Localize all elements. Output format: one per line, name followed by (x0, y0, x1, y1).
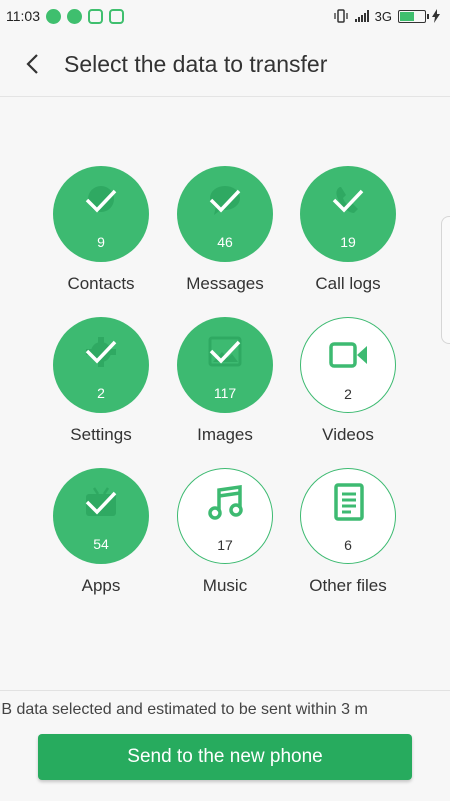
item-count: 2 (344, 386, 352, 402)
data-item-apps[interactable]: 54 Apps (31, 468, 171, 596)
data-item-other-files[interactable]: 6 Other files (278, 468, 418, 596)
signal-icon (354, 10, 369, 22)
data-item-music[interactable]: 17 Music (155, 468, 295, 596)
transfer-summary: MB data selected and estimated to be sen… (0, 701, 450, 723)
checkmark-icon (332, 189, 364, 213)
data-item-call-logs[interactable]: 19 Call logs (278, 166, 418, 294)
item-label: Music (202, 576, 248, 595)
item-label: Other files (309, 576, 387, 595)
videos-toggle[interactable]: 2 (300, 317, 396, 413)
item-count: 17 (217, 537, 233, 553)
battery-icon (398, 9, 429, 23)
app-header: Select the data to transfer (0, 32, 450, 97)
checkmark-icon (85, 491, 117, 515)
item-count: 46 (217, 234, 233, 250)
music-toggle[interactable]: 17 (177, 468, 273, 564)
data-item-messages[interactable]: 46 Messages (155, 166, 295, 294)
messages-toggle[interactable]: 46 (177, 166, 273, 262)
item-count: 2 (97, 385, 105, 401)
settings-toggle[interactable]: 2 (53, 317, 149, 413)
notification-icon (67, 8, 82, 24)
data-item-contacts[interactable]: 9 Contacts (31, 166, 171, 294)
apps-toggle[interactable]: 54 (53, 468, 149, 564)
data-item-images[interactable]: 117 Images (155, 317, 295, 445)
other-files-toggle[interactable]: 6 (300, 468, 396, 564)
item-label: Messages (186, 274, 264, 293)
page-title: Select the data to transfer (64, 50, 328, 77)
charging-icon (432, 9, 440, 23)
data-item-settings[interactable]: 2 Settings (31, 317, 171, 445)
item-label: Contacts (67, 274, 135, 293)
item-label: Call logs (315, 274, 381, 293)
item-label: Settings (70, 425, 132, 444)
notification-icon (46, 8, 61, 24)
checkmark-icon (209, 189, 241, 213)
usb-icon (109, 8, 124, 24)
video-camera-icon (329, 342, 367, 368)
document-icon (334, 483, 364, 521)
vibrate-icon (334, 9, 348, 23)
item-count: 19 (340, 234, 356, 250)
back-button[interactable] (0, 32, 64, 96)
edge-panel-handle[interactable] (441, 216, 450, 344)
chevron-left-icon (26, 54, 38, 74)
music-note-icon (208, 485, 243, 520)
contacts-toggle[interactable]: 9 (53, 166, 149, 262)
network-type: 3G (374, 8, 392, 24)
data-item-videos[interactable]: 2 Videos (278, 317, 418, 445)
send-button[interactable]: Send to the new phone (38, 734, 412, 780)
item-count: 54 (93, 536, 109, 552)
status-bar: 11:03 3G (0, 0, 450, 32)
footer-panel: MB data selected and estimated to be sen… (0, 690, 450, 801)
item-count: 9 (97, 234, 105, 250)
transfer-summary-text: MB data selected and estimated to be sen… (0, 701, 368, 718)
notification-icon (88, 8, 103, 24)
item-count: 117 (213, 385, 237, 401)
item-label: Videos (322, 425, 374, 444)
checkmark-icon (209, 340, 241, 364)
item-label: Images (197, 425, 253, 444)
checkmark-icon (85, 340, 117, 364)
call-logs-toggle[interactable]: 19 (300, 166, 396, 262)
item-count: 6 (344, 537, 352, 553)
images-toggle[interactable]: 117 (177, 317, 273, 413)
item-label: Apps (81, 576, 121, 595)
status-time: 11:03 (6, 8, 40, 24)
checkmark-icon (85, 189, 117, 213)
